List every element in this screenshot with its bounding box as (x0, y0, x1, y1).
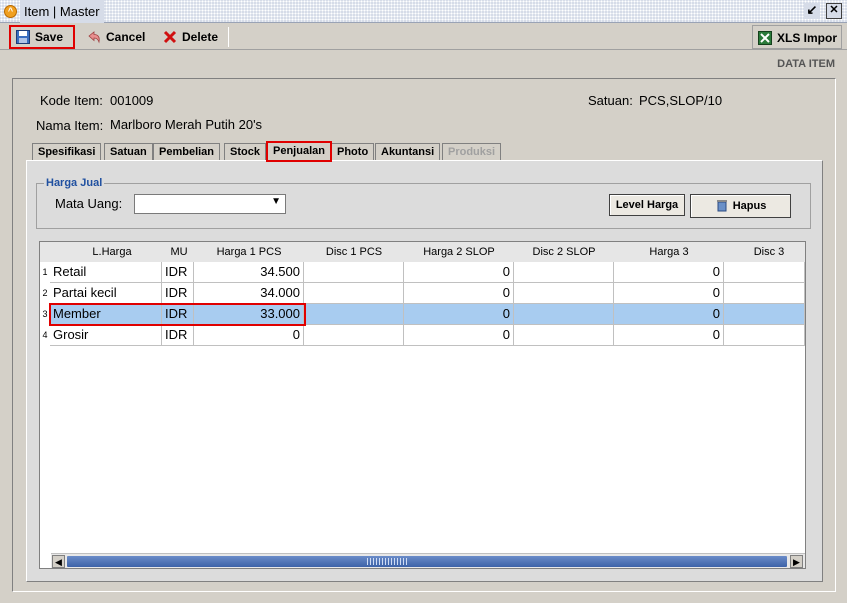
scroll-grip (367, 558, 407, 565)
cell-harga1[interactable]: 0 (194, 325, 304, 346)
scroll-right-icon[interactable]: ▶ (790, 555, 803, 568)
cell-disc2[interactable] (514, 262, 614, 283)
mata-uang-select[interactable]: ▼ (134, 194, 286, 214)
row-number: 2 (42, 288, 48, 298)
cell-mu[interactable]: IDR (162, 262, 194, 283)
cell-harga2[interactable]: 0 (404, 304, 514, 325)
save-label: Save (35, 30, 64, 44)
save-button[interactable]: Save (9, 25, 75, 49)
delete-label: Delete (182, 30, 219, 44)
row-number: 4 (42, 330, 48, 340)
xls-import-button[interactable]: XLS Impor (752, 25, 842, 49)
col-disc1[interactable]: Disc 1 PCS (304, 242, 404, 262)
scroll-thumb[interactable] (67, 556, 787, 567)
cell-disc1[interactable] (304, 325, 404, 346)
title-bar: ^ Item | Master ↙ ✕ (0, 0, 847, 23)
cancel-button[interactable]: Cancel (82, 25, 154, 49)
cancel-label: Cancel (106, 30, 146, 44)
trash-bin-icon (716, 200, 727, 212)
table-row-selected[interactable]: 3 Member IDR 33.000 0 0 (40, 304, 805, 325)
excel-icon (758, 31, 772, 45)
harga-jual-title: Harga Jual (44, 177, 105, 189)
cell-mu[interactable]: IDR (162, 325, 194, 346)
undo-arrow-icon (88, 31, 100, 44)
mata-uang-label: Mata Uang: (55, 196, 123, 211)
cell-disc3[interactable] (724, 304, 805, 325)
cell-harga3[interactable]: 0 (614, 304, 724, 325)
toolbar: Save Cancel Delete XLS Impor (0, 24, 847, 50)
cell-disc3[interactable] (724, 325, 805, 346)
cell-disc1[interactable] (304, 283, 404, 304)
tab-pembelian[interactable]: Pembelian (153, 143, 221, 161)
tab-stock[interactable]: Stock (224, 143, 266, 161)
col-mu[interactable]: MU (162, 242, 196, 262)
col-harga3[interactable]: Harga 3 (614, 242, 724, 262)
satuan-label: Satuan: (588, 93, 633, 108)
table-row[interactable]: 4 Grosir IDR 0 0 0 (40, 325, 805, 346)
col-harga1[interactable]: Harga 1 PCS (194, 242, 304, 262)
toolbar-separator (228, 27, 229, 47)
nama-item-value: Marlboro Merah Putih 20's (110, 117, 263, 132)
col-lharga[interactable]: L.Harga (52, 242, 172, 262)
cell-disc3[interactable] (724, 283, 805, 304)
nama-item-label: Nama Item: (36, 118, 104, 133)
cell-harga2[interactable]: 0 (404, 325, 514, 346)
tab-akuntansi[interactable]: Akuntansi (375, 143, 441, 161)
cell-harga1[interactable]: 33.000 (194, 304, 304, 325)
close-icon[interactable]: ✕ (826, 3, 842, 19)
cell-harga2[interactable]: 0 (404, 283, 514, 304)
tab-spesifikasi[interactable]: Spesifikasi (32, 143, 102, 161)
floppy-disk-icon (16, 30, 30, 44)
cell-lharga[interactable]: Member (50, 304, 162, 325)
cell-lharga[interactable]: Grosir (50, 325, 162, 346)
scroll-left-icon[interactable]: ◀ (52, 555, 65, 568)
col-disc3[interactable]: Disc 3 (724, 242, 814, 262)
kode-item-label: Kode Item: (40, 93, 103, 108)
grid-header: L.Harga MU Harga 1 PCS Disc 1 PCS Harga … (40, 242, 805, 262)
restore-icon[interactable]: ↙ (804, 3, 820, 19)
app-icon: ^ (4, 5, 17, 18)
kode-item-value: 001009 (110, 93, 154, 108)
cell-mu[interactable]: IDR (162, 283, 194, 304)
red-x-icon (163, 30, 177, 44)
cell-harga3[interactable]: 0 (614, 262, 724, 283)
horizontal-scrollbar[interactable]: ◀ ▶ (51, 553, 805, 568)
cell-disc1[interactable] (304, 262, 404, 283)
tab-satuan[interactable]: Satuan (104, 143, 153, 161)
col-disc2[interactable]: Disc 2 SLOP (514, 242, 614, 262)
cell-harga3[interactable]: 0 (614, 283, 724, 304)
table-row[interactable]: 2 Partai kecil IDR 34.000 0 0 (40, 283, 805, 304)
section-label: DATA ITEM (777, 58, 835, 70)
table-row[interactable]: 1 Retail IDR 34.500 0 0 (40, 262, 805, 283)
cell-lharga[interactable]: Retail (50, 262, 162, 283)
delete-button[interactable]: Delete (158, 25, 226, 49)
cell-harga1[interactable]: 34.000 (194, 283, 304, 304)
tab-penjualan[interactable]: Penjualan (266, 141, 332, 162)
row-number: 1 (42, 267, 48, 277)
row-number: 3 (42, 309, 48, 319)
cell-disc2[interactable] (514, 304, 614, 325)
level-harga-button[interactable]: Level Harga (609, 194, 685, 216)
tab-produksi: Produksi (442, 143, 502, 161)
xls-import-label: XLS Impor (777, 31, 838, 45)
cell-disc3[interactable] (724, 262, 805, 283)
hapus-label: Hapus (732, 200, 767, 212)
tab-photo[interactable]: Photo (331, 143, 375, 161)
cell-lharga[interactable]: Partai kecil (50, 283, 162, 304)
dropdown-arrow-icon[interactable]: ▼ (271, 196, 281, 207)
cell-harga3[interactable]: 0 (614, 325, 724, 346)
hapus-button[interactable]: Hapus (690, 194, 791, 218)
cell-disc2[interactable] (514, 283, 614, 304)
cell-harga2[interactable]: 0 (404, 262, 514, 283)
window-title: Item | Master (20, 0, 104, 23)
cell-harga1[interactable]: 34.500 (194, 262, 304, 283)
satuan-value: PCS,SLOP/10 (639, 93, 723, 108)
cell-disc2[interactable] (514, 325, 614, 346)
cell-mu[interactable]: IDR (162, 304, 194, 325)
price-grid: L.Harga MU Harga 1 PCS Disc 1 PCS Harga … (39, 241, 806, 569)
col-harga2[interactable]: Harga 2 SLOP (404, 242, 514, 262)
cell-disc1[interactable] (304, 304, 404, 325)
